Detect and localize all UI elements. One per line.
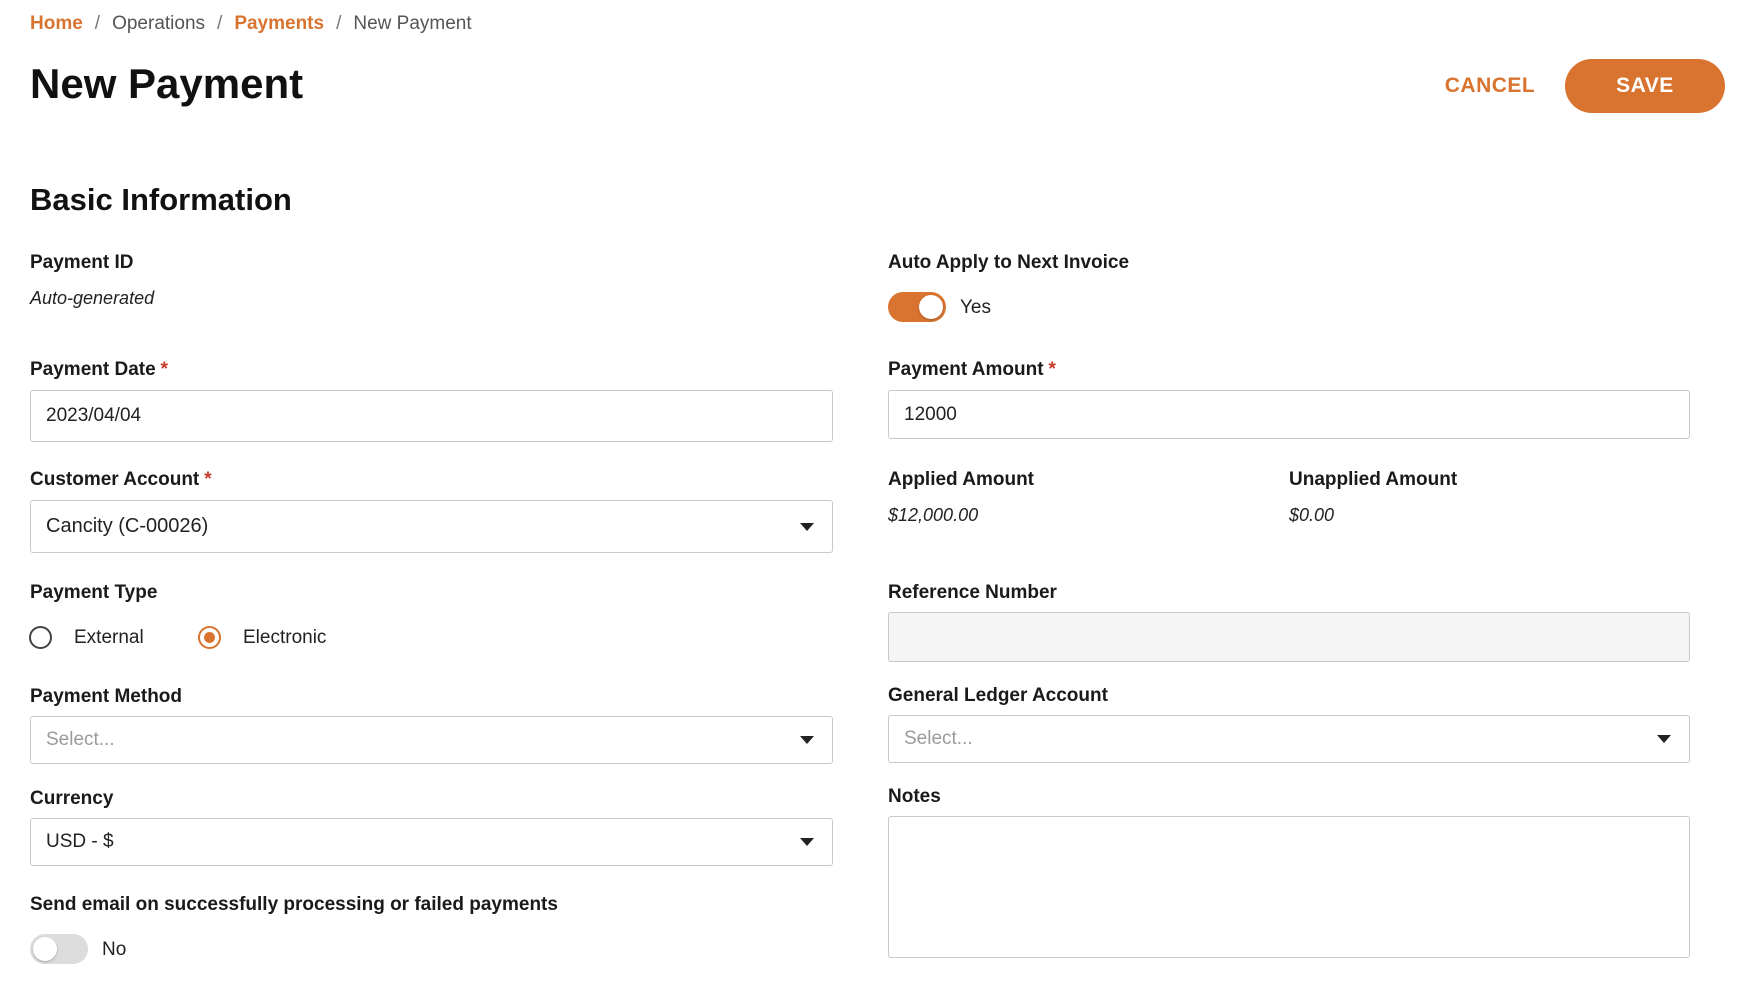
auto-apply-state: Yes — [960, 297, 991, 318]
payment-type-label: Payment Type — [30, 582, 158, 603]
required-marker: * — [160, 359, 169, 380]
breadcrumb-current-page: New Payment — [353, 13, 472, 34]
applied-amount-value: $12,000.00 — [888, 505, 979, 525]
payment-method-placeholder: Select... — [46, 729, 115, 750]
chevron-down-icon — [1657, 735, 1671, 743]
unapplied-amount-value: $0.00 — [1289, 505, 1335, 525]
breadcrumb-separator: / — [217, 13, 223, 34]
general-ledger-account-select[interactable]: Select... — [888, 715, 1690, 763]
save-button[interactable]: SAVE — [1565, 59, 1725, 113]
currency-select[interactable]: USD - $ — [30, 818, 833, 866]
breadcrumb: Home / Operations / Payments / New Payme… — [30, 13, 472, 35]
required-marker: * — [1048, 359, 1056, 380]
auto-apply-toggle[interactable] — [888, 292, 946, 322]
customer-account-label-text: Customer Account — [30, 469, 200, 490]
breadcrumb-separator: / — [336, 13, 342, 34]
toggle-knob — [919, 295, 943, 319]
toggle-knob — [33, 937, 57, 961]
send-email-state: No — [102, 939, 127, 960]
payment-method-label: Payment Method — [30, 686, 183, 707]
general-ledger-account-label: General Ledger Account — [888, 685, 1108, 706]
breadcrumb-separator: / — [94, 13, 101, 34]
payment-type-external-radio[interactable] — [29, 626, 52, 649]
payment-id-label: Payment ID — [30, 252, 134, 273]
unapplied-amount-label: Unapplied Amount — [1289, 469, 1458, 490]
radio-selected-dot — [204, 632, 215, 643]
cancel-button[interactable]: CANCEL — [1420, 62, 1560, 110]
breadcrumb-home-link[interactable]: Home — [30, 13, 83, 35]
general-ledger-account-placeholder: Select... — [904, 728, 973, 749]
payment-date-label: Payment Date * — [30, 359, 168, 381]
payment-type-electronic-label[interactable]: Electronic — [243, 627, 326, 649]
payment-date-input[interactable]: 2023/04/04 — [30, 390, 833, 442]
send-email-label: Send email on successfully processing or… — [30, 894, 558, 915]
send-email-toggle[interactable] — [30, 934, 88, 964]
currency-value: USD - $ — [46, 831, 114, 852]
customer-account-label: Customer Account * — [30, 469, 212, 491]
payment-type-external-label[interactable]: External — [74, 627, 144, 649]
auto-apply-label: Auto Apply to Next Invoice — [888, 252, 1130, 273]
payment-type-electronic-radio[interactable] — [198, 626, 221, 649]
reference-number-input[interactable] — [888, 612, 1690, 662]
chevron-down-icon — [800, 736, 814, 744]
section-title: Basic Information — [30, 182, 292, 217]
breadcrumb-operations: Operations — [112, 13, 206, 34]
payment-amount-label: Payment Amount * — [888, 359, 1056, 381]
applied-amount-label: Applied Amount — [888, 469, 1034, 490]
breadcrumb-payments-link[interactable]: Payments — [234, 13, 324, 35]
payment-amount-label-text: Payment Amount — [888, 359, 1044, 380]
payment-amount-value: 12000 — [904, 403, 957, 425]
page-title: New Payment — [30, 60, 304, 107]
chevron-down-icon — [800, 838, 814, 846]
payment-id-value: Auto-generated — [30, 288, 155, 308]
payment-method-select[interactable]: Select... — [30, 716, 833, 764]
notes-textarea[interactable] — [888, 816, 1690, 958]
required-marker: * — [204, 469, 212, 490]
currency-label: Currency — [30, 788, 114, 809]
payment-date-value: 2023/04/04 — [46, 405, 142, 426]
notes-label: Notes — [888, 786, 941, 807]
reference-number-label: Reference Number — [888, 582, 1057, 603]
customer-account-select[interactable]: Cancity (C-00026) — [30, 500, 833, 553]
payment-amount-input[interactable]: 12000 — [888, 390, 1690, 439]
payment-date-label-text: Payment Date — [30, 359, 156, 380]
customer-account-value: Cancity (C-00026) — [46, 515, 209, 537]
chevron-down-icon — [800, 522, 814, 531]
